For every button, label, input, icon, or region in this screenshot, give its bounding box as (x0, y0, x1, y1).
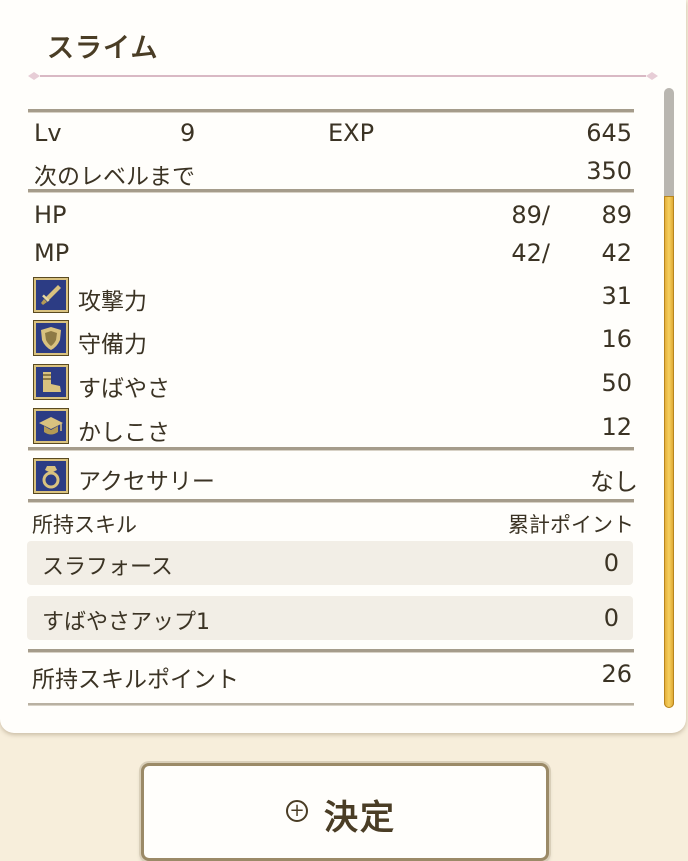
mp-current: 42/ (511, 239, 550, 267)
scrollbar-thumb[interactable] (664, 196, 674, 708)
next-level-value: 350 (586, 157, 632, 185)
divider (28, 109, 634, 113)
status-panel: スライム Lv 9 EXP 645 次のレベルまで 350 HP 89/ 89 … (0, 0, 686, 733)
skill-points: 0 (603, 604, 619, 632)
ring-icon (34, 459, 68, 493)
defense-value: 16 (601, 325, 632, 353)
divider (28, 649, 634, 653)
exp-value: 645 (586, 119, 632, 147)
graduation-cap-icon (34, 409, 68, 443)
exp-label: EXP (328, 119, 375, 147)
wisdom-label: かしこさ (78, 420, 170, 446)
defense-label: 守備力 (78, 332, 147, 358)
accessory-value[interactable]: なし (540, 462, 638, 497)
level-label: Lv (34, 119, 62, 147)
skill-name: スラフォース (42, 555, 173, 580)
level-value: 9 (180, 119, 196, 147)
divider (28, 703, 634, 706)
skill-row[interactable]: すばやさアップ1 0 (27, 596, 633, 640)
speed-label: すばやさ (78, 376, 170, 402)
boot-icon (34, 365, 68, 399)
wisdom-value: 12 (601, 413, 632, 441)
divider (28, 499, 634, 503)
mp-label: MP (34, 239, 70, 267)
mp-max: 42 (601, 239, 632, 267)
confirm-button[interactable]: + 決定 (141, 763, 549, 861)
scrollbar-upper (664, 88, 674, 196)
attack-value: 31 (601, 282, 632, 310)
plus-circle-icon: + (286, 800, 308, 822)
owned-skill-points-value: 26 (601, 660, 632, 688)
divider (28, 189, 634, 193)
speed-value: 50 (601, 369, 632, 397)
skill-name: すばやさアップ1 (42, 610, 210, 635)
next-level-label: 次のレベルまで (34, 164, 195, 190)
monster-name: スライム (47, 33, 159, 64)
attack-label: 攻撃力 (78, 289, 147, 315)
skill-row[interactable]: スラフォース 0 (27, 541, 633, 585)
hp-label: HP (34, 201, 67, 229)
skill-points: 0 (603, 549, 619, 577)
skills-header-points: 累計ポイント (508, 513, 634, 537)
skills-header-label: 所持スキル (32, 513, 137, 537)
shield-icon (34, 321, 68, 355)
confirm-button-label: 決定 (324, 798, 396, 838)
accessory-label: アクセサリー (78, 469, 215, 495)
hp-current: 89/ (511, 201, 550, 229)
owned-skill-points-label: 所持スキルポイント (32, 667, 239, 693)
hp-max: 89 (601, 201, 632, 229)
divider (28, 447, 634, 451)
sword-icon (34, 278, 68, 312)
title-ornament-divider (28, 72, 658, 80)
